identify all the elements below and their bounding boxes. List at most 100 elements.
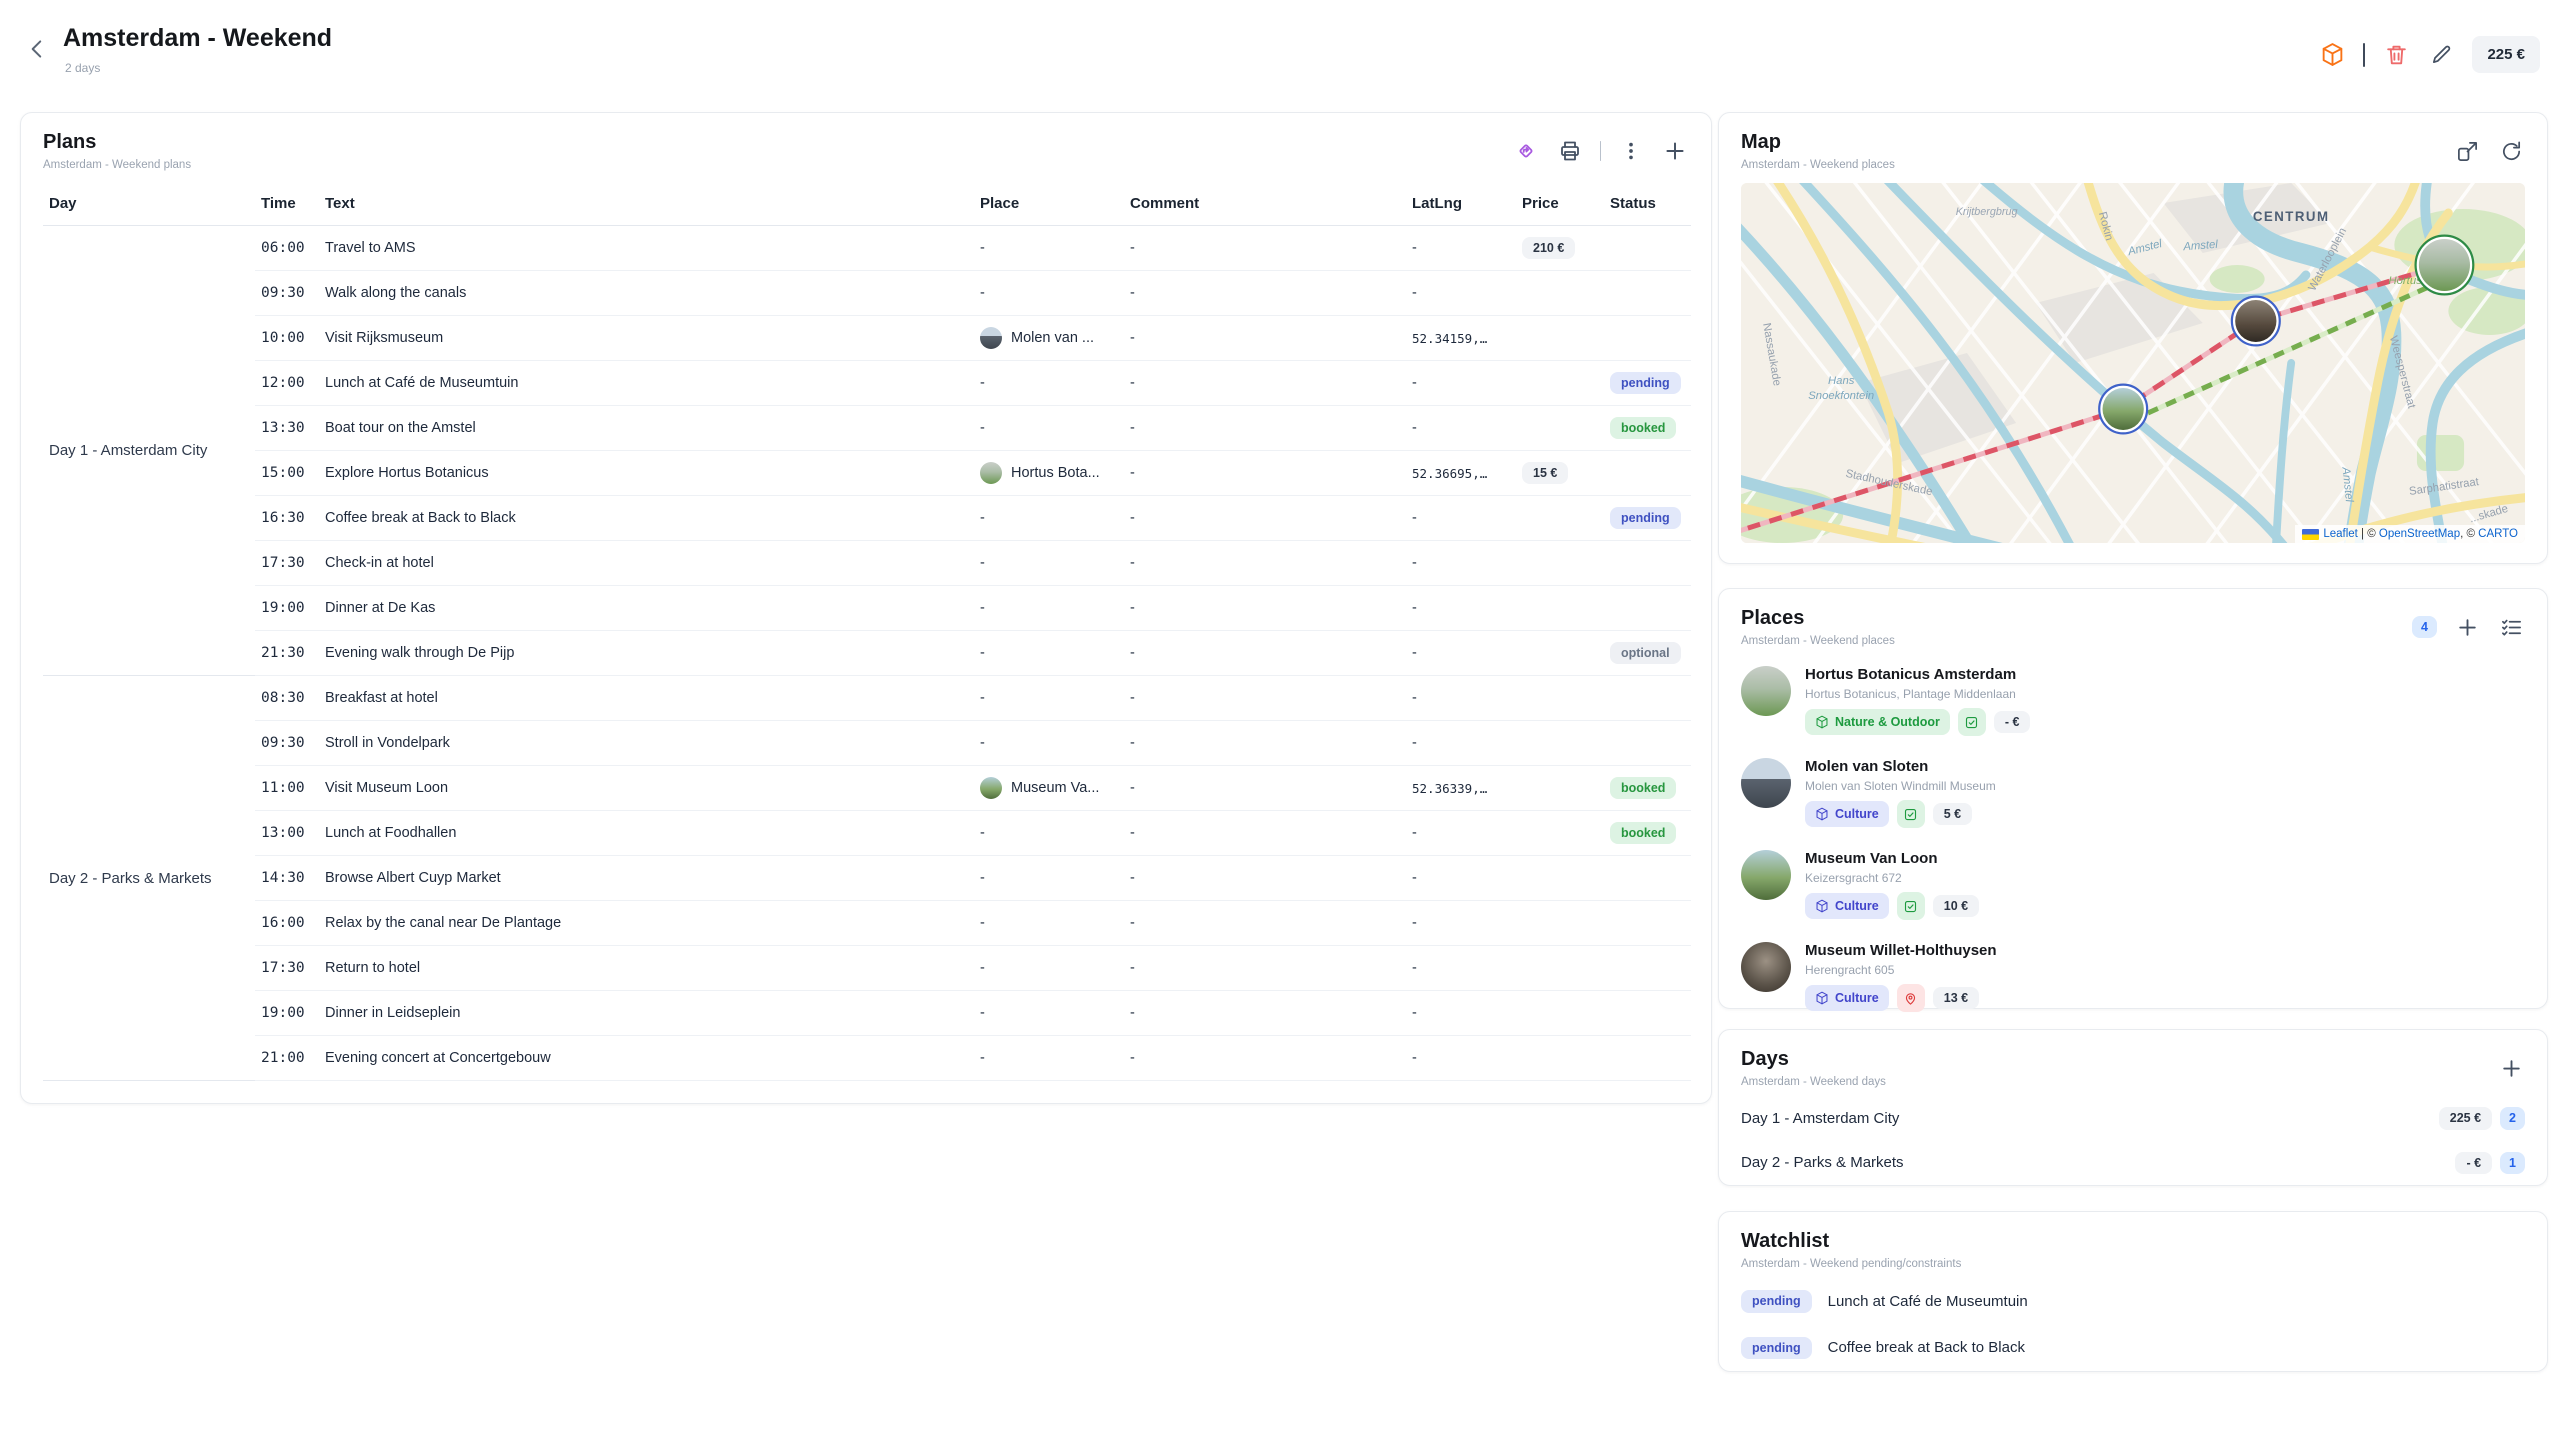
plan-price — [1516, 361, 1604, 406]
plan-text: Boat tour on the Amstel — [319, 406, 974, 451]
plan-latlng: - — [1406, 901, 1516, 946]
place-name: Museum Va... — [1011, 780, 1099, 796]
map-attribution: Leaflet | © OpenStreetMap, © CARTO — [2295, 525, 2525, 543]
plan-comment: - — [1124, 271, 1406, 316]
column-header: Time — [255, 185, 319, 226]
print-button[interactable] — [1556, 137, 1584, 165]
column-header: Day — [43, 185, 255, 226]
back-button[interactable] — [22, 34, 52, 64]
delete-trip-button[interactable] — [2382, 41, 2410, 69]
plan-row[interactable]: 21:30Evening walk through De Pijp---opti… — [43, 631, 1691, 676]
day-list-item[interactable]: Day 1 - Amsterdam City225 €2 — [1719, 1096, 2547, 1141]
plan-row[interactable]: 17:30Return to hotel--- — [43, 946, 1691, 991]
plan-comment: - — [1124, 766, 1406, 811]
place-list-item[interactable]: Hortus Botanicus AmsterdamHortus Botanic… — [1719, 655, 2547, 747]
attribution-link[interactable]: OpenStreetMap — [2379, 528, 2460, 540]
package-icon — [2320, 42, 2345, 67]
place-address: Herengracht 605 — [1805, 963, 1997, 977]
day-label: Day 2 - Parks & Markets — [1741, 1154, 1904, 1171]
place-list-item[interactable]: Museum Willet-HolthuysenHerengracht 605C… — [1719, 931, 2547, 1023]
plan-time: 09:30 — [255, 721, 319, 766]
places-count-badge: 4 — [2412, 616, 2437, 639]
refresh-map-button[interactable] — [2497, 137, 2525, 165]
plan-row[interactable]: 09:30Walk along the canals--- — [43, 271, 1691, 316]
place-list-item[interactable]: Museum Van LoonKeizersgracht 672Culture1… — [1719, 839, 2547, 931]
plan-row[interactable]: 10:00Visit RijksmuseumMolen van ...-52.3… — [43, 316, 1691, 361]
map-marker[interactable] — [2100, 385, 2147, 433]
plan-place: Hortus Bota... — [974, 451, 1124, 496]
plan-time: 14:30 — [255, 856, 319, 901]
plan-row[interactable]: 13:00Lunch at Foodhallen---booked — [43, 811, 1691, 856]
plan-text: Explore Hortus Botanicus — [319, 451, 974, 496]
plan-row[interactable]: Day 2 - Parks & Markets08:30Breakfast at… — [43, 676, 1691, 721]
plan-row[interactable]: 19:00Dinner at De Kas--- — [43, 586, 1691, 631]
map-marker[interactable] — [2416, 236, 2473, 294]
map-marker[interactable] — [2232, 297, 2279, 345]
plan-row[interactable]: 13:30Boat tour on the Amstel---booked — [43, 406, 1691, 451]
place-name: Molen van ... — [1011, 330, 1094, 346]
day-label: Day 1 - Amsterdam City — [1741, 1110, 1899, 1127]
plan-text: Check-in at hotel — [319, 541, 974, 586]
plan-row[interactable]: 17:30Check-in at hotel--- — [43, 541, 1691, 586]
map-canvas[interactable]: KrijtbergbrugRokinAmstelAmstelCENTRUMWat… — [1741, 183, 2525, 543]
add-place-button[interactable] — [2453, 613, 2481, 641]
more-menu-button[interactable] — [1617, 137, 1645, 165]
watchlist-item[interactable]: pendingLunch at Café de Museumtuin — [1719, 1278, 2547, 1325]
package-icon — [1815, 991, 1829, 1005]
plan-row[interactable]: 16:30Coffee break at Back to Black---pen… — [43, 496, 1691, 541]
map-subtitle: Amsterdam - Weekend places — [1741, 159, 1895, 171]
plan-row[interactable]: 19:00Dinner in Leidseplein--- — [43, 991, 1691, 1036]
day-list-item[interactable]: Day 2 - Parks & Markets- €1 — [1719, 1141, 2547, 1186]
plans-table: DayTimeTextPlaceCommentLatLngPriceStatus… — [43, 185, 1691, 1081]
attribution-link[interactable]: CARTO — [2478, 528, 2518, 540]
edit-trip-button[interactable] — [2427, 41, 2455, 69]
plan-row[interactable]: 09:30Stroll in Vondelpark--- — [43, 721, 1691, 766]
plan-row[interactable]: 14:30Browse Albert Cuyp Market--- — [43, 856, 1691, 901]
category-badge: Culture — [1805, 801, 1889, 827]
plan-status — [1604, 1036, 1691, 1081]
place-address: Keizersgracht 672 — [1805, 871, 1979, 885]
plan-row[interactable]: 11:00Visit Museum LoonMuseum Va...-52.36… — [43, 766, 1691, 811]
plan-time: 11:00 — [255, 766, 319, 811]
add-day-button[interactable] — [2497, 1054, 2525, 1082]
package-icon — [1815, 715, 1829, 729]
plan-row[interactable]: 21:00Evening concert at Concertgebouw--- — [43, 1036, 1691, 1081]
plan-price — [1516, 631, 1604, 676]
watchlist-item[interactable]: pendingCoffee break at Back to Black — [1719, 1325, 2547, 1372]
attribution-link[interactable]: Leaflet — [2323, 528, 2358, 540]
map-label: Hans — [1828, 375, 1855, 387]
plan-place: - — [974, 406, 1124, 451]
column-header: LatLng — [1406, 185, 1516, 226]
route-button[interactable] — [1512, 137, 1540, 165]
plan-status — [1604, 991, 1691, 1036]
column-header: Status — [1604, 185, 1691, 226]
plan-row[interactable]: 12:00Lunch at Café de Museumtuin---pendi… — [43, 361, 1691, 406]
column-header: Place — [974, 185, 1124, 226]
package-button[interactable] — [2318, 41, 2346, 69]
plan-row[interactable]: 15:00Explore Hortus BotanicusHortus Bota… — [43, 451, 1691, 496]
expand-map-button[interactable] — [2453, 137, 2481, 165]
places-list-view-button[interactable] — [2497, 613, 2525, 641]
status-badge: booked — [1610, 777, 1676, 800]
plan-comment: - — [1124, 946, 1406, 991]
plans-card: Plans Amsterdam - Weekend plans — [20, 112, 1712, 1104]
plan-place: - — [974, 586, 1124, 631]
plan-time: 17:30 — [255, 541, 319, 586]
plan-status: pending — [1604, 361, 1691, 406]
check-square-icon — [1903, 899, 1918, 914]
plan-row[interactable]: Day 1 - Amsterdam City06:00Travel to AMS… — [43, 226, 1691, 271]
plan-time: 10:00 — [255, 316, 319, 361]
plan-place: - — [974, 541, 1124, 586]
plan-text: Lunch at Foodhallen — [319, 811, 974, 856]
add-plan-button[interactable] — [1661, 137, 1689, 165]
plan-place: - — [974, 631, 1124, 676]
printer-icon — [1558, 139, 1582, 163]
plan-comment: - — [1124, 361, 1406, 406]
place-avatar — [1741, 850, 1791, 900]
chevron-left-icon — [24, 36, 50, 62]
page-subtitle: 2 days — [65, 61, 100, 75]
place-list-item[interactable]: Molen van SlotenMolen van Sloten Windmil… — [1719, 747, 2547, 839]
watchlist-card: Watchlist Amsterdam - Weekend pending/co… — [1718, 1211, 2548, 1372]
plan-row[interactable]: 16:00Relax by the canal near De Plantage… — [43, 901, 1691, 946]
plan-text: Dinner at De Kas — [319, 586, 974, 631]
